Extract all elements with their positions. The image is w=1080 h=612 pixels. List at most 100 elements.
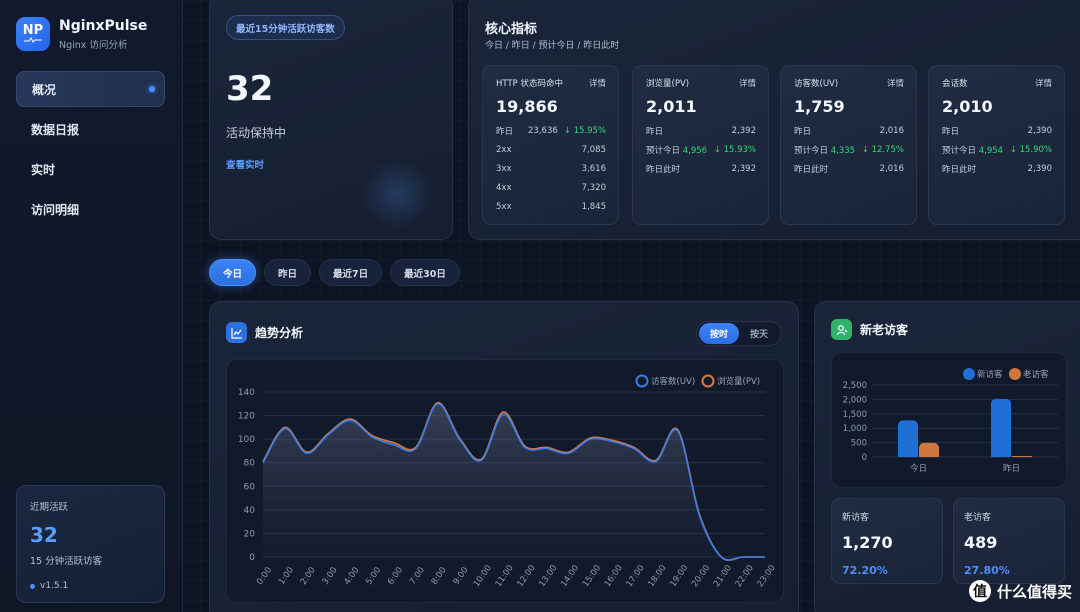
uv-forecast-row: 预计今日 4,335 ↓ 12.75% (794, 144, 904, 156)
brand-logo-text: NP (22, 23, 44, 38)
bar-base (898, 452, 918, 457)
sidebar-nav: 概况 数据日报 实时 访问明细 (16, 71, 165, 231)
core-metrics-card: 核心指标 今日 / 昨日 / 预计今日 / 昨日此时 HTTP 状态码命中 详情 … (468, 0, 1080, 240)
active-status: 活动保持中 (226, 126, 287, 140)
tab-last-30-days[interactable]: 最近30日 (390, 259, 460, 286)
recent-active-label: 近期活跃 (30, 502, 69, 513)
row-label: 昨日此时 (794, 164, 829, 175)
forecast-value: 4,954 (978, 145, 1004, 156)
trend-chart: 0 20 40 60 80 100 120 140 0:00 1:00 2:00 3:00 4:00 5:… (226, 359, 784, 603)
watermark-logo: 值 (968, 580, 991, 602)
pv-title: 浏览量(PV) (646, 79, 690, 89)
http-yesterday-row: 昨日 23,636 ↓ 15.95% (496, 125, 606, 137)
x-tick-label: 7:00 (408, 565, 427, 586)
row-label: 昨日此时 (646, 164, 681, 175)
detail-link[interactable]: 详情 (1035, 77, 1052, 89)
row-label: 预计今日 (794, 145, 829, 156)
y-tick-label: 60 (244, 482, 256, 492)
x-tick-label: 14:00 (559, 563, 581, 589)
x-tick-label: 10:00 (472, 563, 494, 589)
active-dot-icon (149, 86, 155, 92)
new-visitors-label: 新访客 (842, 513, 870, 523)
pv-yesterday-row: 昨日 2,392 (646, 125, 756, 137)
x-tick-label: 12:00 (515, 563, 537, 589)
sessions-forecast-row: 预计今日 4,954 ↓ 15.90% (942, 144, 1052, 156)
http-status-value: 19,866 (496, 97, 558, 116)
visitors-bar-chart: 0 500 1,000 1,500 2,000 2,500 今日 昨日 新访客 老访客 (831, 352, 1067, 488)
new-visitors-value: 1,270 (842, 533, 893, 552)
recent-active-value: 32 (30, 523, 58, 547)
y-tick-label: 0 (249, 553, 255, 563)
x-tick-label: 5:00 (364, 565, 383, 586)
sidebar-item-access-details[interactable]: 访问明细 (16, 191, 165, 227)
y-tick-label: 120 (238, 412, 255, 422)
detail-link[interactable]: 详情 (739, 77, 756, 89)
pulse-icon (24, 37, 42, 43)
row-value: 2,392 (731, 125, 756, 136)
version-badge: v1.5.1 (30, 581, 151, 591)
sidebar-item-overview[interactable]: 概况 (16, 71, 165, 107)
row-label: 预计今日 (646, 145, 681, 156)
sidebar-item-realtime[interactable]: 实时 (16, 151, 165, 187)
detail-link[interactable]: 详情 (589, 77, 606, 89)
change-badge: ↓ 15.95% (563, 125, 606, 136)
detail-link[interactable]: 详情 (887, 77, 904, 89)
brand[interactable]: NP NginxPulse Nginx 访问分析 (16, 17, 147, 51)
active-visitors-card: 最近15分钟活跃访客数 32 活动保持中 查看实时 (209, 0, 453, 240)
http-5xx-row: 5xx 1,845 (496, 201, 606, 212)
row-label: 昨日 (942, 126, 960, 137)
row-value: 23,636 (528, 125, 558, 136)
x-tick-label: 2:00 (299, 565, 318, 586)
trend-title: 趋势分析 (255, 326, 304, 340)
row-label: 4xx (496, 182, 512, 193)
sessions-title: 会话数 (942, 79, 968, 89)
x-tick-label: 4:00 (342, 565, 361, 586)
y-tick-label: 40 (244, 506, 256, 516)
row-value: 2,016 (879, 163, 904, 174)
pv-same-time-row: 昨日此时 2,392 (646, 163, 756, 175)
legend-label: 访客数(UV) (651, 376, 695, 387)
legend-label: 老访客 (1023, 369, 1049, 380)
x-tick-label: 9:00 (452, 565, 471, 586)
row-label: 2xx (496, 144, 512, 155)
row-label: 昨日 (496, 126, 514, 137)
row-label: 预计今日 (942, 145, 977, 156)
change-badge: ↓ 15.90% (1009, 144, 1052, 155)
sessions-value: 2,010 (942, 97, 993, 116)
row-value: 2,390 (1027, 125, 1052, 136)
x-tick-label: 13:00 (537, 563, 559, 589)
row-value: 1,845 (581, 201, 606, 212)
bar-base (919, 452, 939, 457)
bar (991, 398, 1011, 457)
y-tick-label: 20 (244, 529, 256, 539)
y-tick-label: 500 (851, 439, 867, 449)
change-badge: ↓ 15.93% (713, 144, 756, 155)
x-tick-label: 18:00 (646, 563, 668, 589)
y-tick-label: 2,000 (843, 395, 867, 405)
sidebar-item-label: 访问明细 (31, 202, 80, 217)
toggle-by-day[interactable]: 按天 (739, 323, 779, 344)
toggle-by-hour[interactable]: 按时 (699, 323, 739, 344)
tab-last-7-days[interactable]: 最近7日 (319, 259, 383, 286)
pv-forecast-row: 预计今日 4,956 ↓ 15.93% (646, 144, 756, 156)
visitors-title: 新老访客 (860, 323, 909, 337)
x-tick-label: 昨日 (1003, 463, 1020, 474)
bar-base (991, 452, 1011, 457)
row-label: 3xx (496, 163, 512, 174)
trend-chart-svg: 0 20 40 60 80 100 120 140 0:00 1:00 2:00 3:00 4:00 5:… (238, 374, 778, 589)
change-badge: ↓ 12.75% (861, 144, 904, 155)
version-text: v1.5.1 (40, 581, 69, 591)
tab-today[interactable]: 今日 (209, 259, 257, 286)
legend-marker (1009, 368, 1021, 380)
view-realtime-link[interactable]: 查看实时 (226, 157, 264, 171)
y-tick-label: 1,000 (843, 424, 867, 434)
tab-yesterday[interactable]: 昨日 (264, 259, 312, 286)
new-visitors-box: 新访客 1,270 72.20% (831, 498, 943, 584)
legend-label: 新访客 (977, 369, 1003, 380)
bar-base (1012, 456, 1032, 457)
active-visitors-chip: 最近15分钟活跃访客数 (226, 15, 345, 40)
recent-active-card: 近期活跃 32 15 分钟活跃访客 v1.5.1 (16, 485, 165, 603)
pv-value: 2,011 (646, 97, 697, 116)
sidebar-item-daily-report[interactable]: 数据日报 (16, 111, 165, 147)
row-value: 2,390 (1027, 163, 1052, 174)
